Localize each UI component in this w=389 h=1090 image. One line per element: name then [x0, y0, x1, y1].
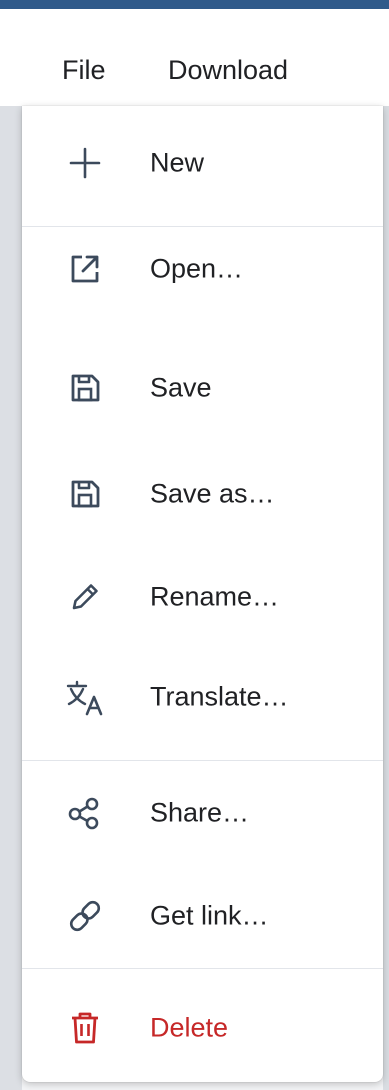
menu-item-save-as[interactable]: Save as…: [22, 444, 383, 544]
app-header: [0, 0, 389, 36]
menu-item-get-link-label: Get link…: [150, 900, 269, 931]
header-stripe: [0, 0, 389, 9]
link-icon: [65, 896, 105, 936]
menu-item-save[interactable]: Save: [22, 338, 383, 438]
scrollbar-track[interactable]: [383, 106, 389, 1090]
floppy-disk-icon: [65, 368, 105, 408]
menu-item-delete-label: Delete: [150, 1012, 229, 1043]
translate-icon: [65, 677, 105, 717]
menubar: File Download: [0, 36, 389, 106]
menu-item-get-link[interactable]: Get link…: [22, 866, 383, 966]
menu-item-share[interactable]: Share…: [22, 763, 383, 863]
backdrop-left-panel: [0, 106, 22, 1090]
menu-item-share-label: Share…: [150, 797, 250, 828]
pencil-icon: [65, 577, 105, 617]
menu-item-delete[interactable]: Delete: [22, 978, 383, 1078]
menu-item-new[interactable]: New: [22, 113, 383, 213]
menu-item-save-as-label: Save as…: [150, 478, 275, 509]
menu-item-save-label: Save: [150, 372, 212, 403]
share-icon: [65, 793, 105, 833]
open-external-icon: [65, 249, 105, 289]
menu-item-open[interactable]: Open…: [22, 219, 383, 319]
menu-item-translate[interactable]: Translate…: [22, 647, 383, 747]
menu-download[interactable]: Download: [168, 50, 288, 90]
menu-item-translate-label: Translate…: [150, 681, 289, 712]
floppy-disk-icon: [65, 474, 105, 514]
trash-icon: [65, 1008, 105, 1048]
menu-item-open-label: Open…: [150, 253, 244, 284]
plus-icon: [65, 143, 105, 183]
file-dropdown-menu: New Open… Save Save as… Rename… Translat…: [22, 106, 383, 1082]
menu-divider: [22, 968, 383, 969]
menu-item-new-label: New: [150, 147, 205, 178]
menu-item-rename-label: Rename…: [150, 581, 280, 612]
menu-item-rename[interactable]: Rename…: [22, 547, 383, 647]
menu-file[interactable]: File: [62, 50, 106, 90]
menu-divider: [22, 760, 383, 761]
